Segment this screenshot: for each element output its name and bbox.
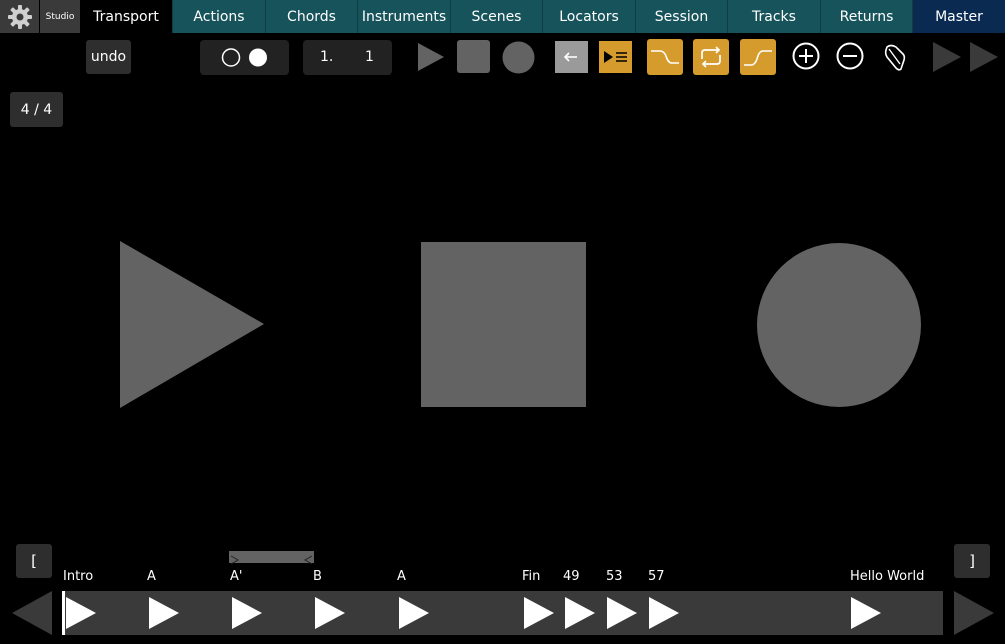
locator-label-intro: Intro bbox=[63, 569, 94, 584]
tab-session[interactable]: Session bbox=[636, 0, 728, 33]
locator-play-49[interactable] bbox=[564, 597, 596, 629]
punch-out-button[interactable] bbox=[740, 39, 776, 75]
tab-master[interactable]: Master bbox=[913, 0, 1005, 33]
locator-play-fin[interactable] bbox=[523, 597, 555, 629]
zoom-in-button[interactable] bbox=[791, 41, 821, 71]
tab-tracks[interactable]: Tracks bbox=[728, 0, 821, 33]
locator-strip bbox=[62, 591, 943, 635]
locator-label-a-2: A bbox=[397, 569, 406, 584]
big-stop-button[interactable] bbox=[421, 242, 586, 407]
locator-play-b[interactable] bbox=[314, 597, 346, 629]
next-locator-button[interactable] bbox=[952, 589, 996, 637]
loop-end-bracket-button[interactable]: ] bbox=[954, 544, 990, 578]
undo-button[interactable]: undo bbox=[86, 40, 131, 74]
settings-button[interactable] bbox=[0, 0, 40, 33]
locator-play-57[interactable] bbox=[648, 597, 680, 629]
locator-play-a[interactable] bbox=[148, 597, 180, 629]
top-nav-bar: Studio Transport Actions Chords Instrume… bbox=[0, 0, 1005, 33]
play-list-icon bbox=[604, 51, 627, 63]
follow-back-button[interactable] bbox=[555, 41, 588, 73]
next-scene-button[interactable] bbox=[930, 40, 964, 74]
punch-in-icon bbox=[651, 50, 679, 64]
minus-circle-icon bbox=[836, 42, 864, 70]
tab-instruments[interactable]: Instruments bbox=[358, 0, 451, 33]
time-signature-display[interactable]: 4 / 4 bbox=[10, 92, 63, 127]
plus-circle-icon bbox=[792, 42, 820, 70]
tab-chords[interactable]: Chords bbox=[266, 0, 358, 33]
locator-label-a: A bbox=[147, 569, 156, 584]
play-button[interactable] bbox=[414, 40, 448, 74]
tab-locators[interactable]: Locators bbox=[543, 0, 636, 33]
draw-mode-button[interactable] bbox=[880, 41, 910, 73]
position-beat: 1 bbox=[365, 49, 374, 65]
locator-label-fin: Fin bbox=[522, 569, 541, 584]
locator-label-hello-world: Hello World bbox=[850, 569, 925, 584]
locator-label-a-prime: A' bbox=[230, 569, 243, 584]
locator-play-a-prime[interactable] bbox=[231, 597, 263, 629]
position-bar: 1. bbox=[320, 49, 334, 65]
loop-region-bar[interactable] bbox=[229, 551, 314, 565]
previous-locator-button[interactable] bbox=[10, 589, 54, 637]
metronome-toggle[interactable] bbox=[200, 40, 289, 75]
loop-start-bracket-button[interactable]: [ bbox=[16, 544, 52, 578]
punch-in-button[interactable] bbox=[647, 39, 683, 75]
locator-label-53: 53 bbox=[606, 569, 623, 584]
big-record-button[interactable] bbox=[755, 241, 923, 409]
loop-icon bbox=[701, 46, 721, 68]
loop-button[interactable] bbox=[693, 39, 729, 75]
zoom-out-button[interactable] bbox=[835, 41, 865, 71]
tab-transport[interactable]: Transport bbox=[80, 0, 173, 33]
tab-returns[interactable]: Returns bbox=[821, 0, 913, 33]
locator-play-hello-world[interactable] bbox=[850, 597, 882, 629]
capture-icon bbox=[884, 44, 906, 71]
studio-button[interactable]: Studio bbox=[40, 0, 80, 33]
fast-forward-button[interactable] bbox=[967, 40, 1001, 74]
punch-out-icon bbox=[744, 50, 772, 66]
gear-icon bbox=[7, 4, 32, 29]
locator-play-intro[interactable] bbox=[65, 597, 97, 629]
tab-scenes[interactable]: Scenes bbox=[451, 0, 543, 33]
locator-label-49: 49 bbox=[563, 569, 580, 584]
locator-play-a-2[interactable] bbox=[398, 597, 430, 629]
loop-markers-icon bbox=[230, 555, 313, 565]
song-position-display: 1. 1 bbox=[303, 40, 392, 75]
locator-label-b: B bbox=[313, 569, 322, 584]
metronome-icon bbox=[221, 48, 267, 67]
tab-actions[interactable]: Actions bbox=[173, 0, 266, 33]
record-button[interactable] bbox=[501, 40, 536, 75]
stop-button[interactable] bbox=[457, 40, 490, 73]
follow-playhead-button[interactable] bbox=[599, 41, 632, 73]
big-play-button[interactable] bbox=[118, 240, 268, 410]
arrow-left-icon bbox=[563, 52, 577, 62]
locator-play-53[interactable] bbox=[606, 597, 638, 629]
locator-label-57: 57 bbox=[648, 569, 665, 584]
